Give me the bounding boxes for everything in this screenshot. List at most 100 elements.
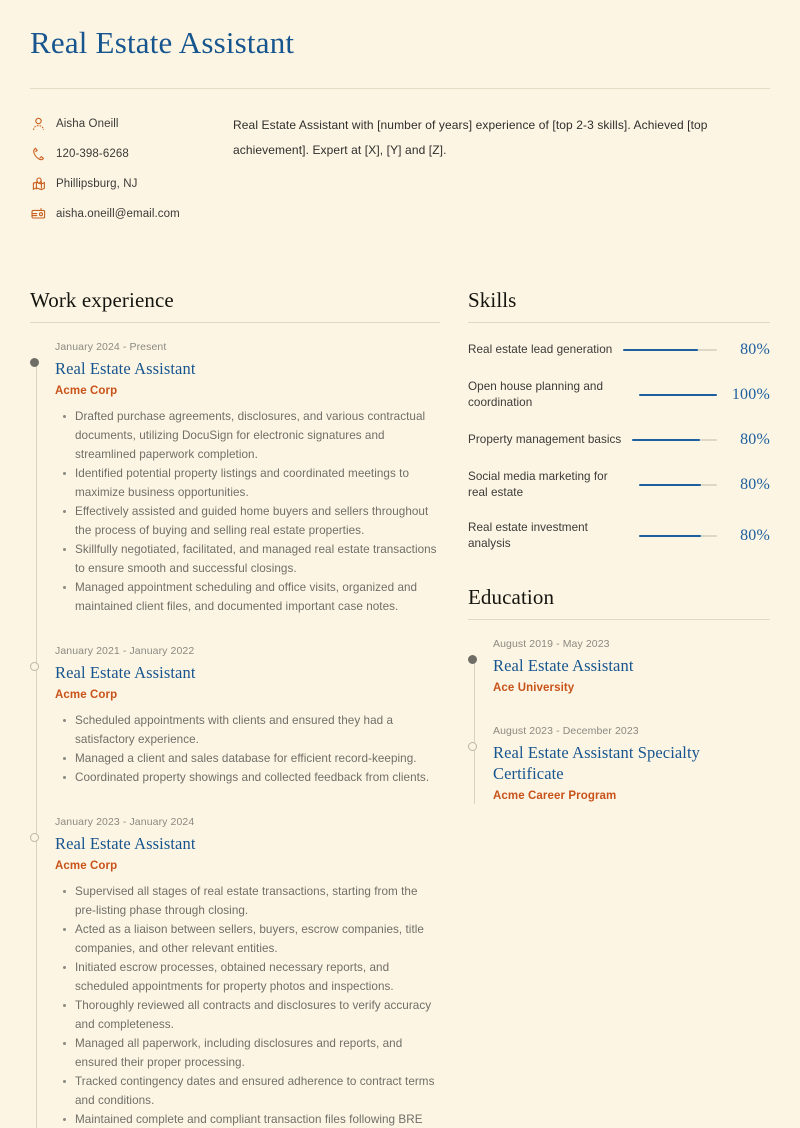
timeline-entry: August 2019 - May 2023 Real Estate Assist…	[468, 637, 770, 696]
entry-bullet-list: Drafted purchase agreements, disclosures…	[55, 407, 440, 616]
contact-summary-block: Aisha Oneill 120-398-6268 Phillipsburg, …	[0, 89, 800, 235]
skill-row: Property management basics 80%	[468, 430, 770, 450]
skill-bar-fill	[623, 349, 699, 351]
entry-organization: Acme Career Program	[493, 790, 617, 802]
timeline-entry: January 2024 - Present Real Estate Assist…	[30, 340, 440, 616]
entry-bullet: Scheduled appointments with clients and …	[63, 711, 440, 749]
summary-block: Real Estate Assistant with [number of ye…	[202, 113, 770, 235]
skill-bar-track	[639, 484, 717, 486]
timeline-marker	[30, 833, 39, 842]
contact-list: Aisha Oneill 120-398-6268 Phillipsburg, …	[30, 113, 202, 235]
skills-section: Skills Real estate lead generation 80% Ope…	[468, 287, 770, 552]
skill-row: Social media marketing for real estate 80…	[468, 469, 770, 501]
resume-body: Work experience January 2024 - Present Re…	[0, 235, 800, 1128]
work-experience-divider	[30, 322, 440, 323]
skill-row: Real estate lead generation 80%	[468, 340, 770, 360]
skill-bar-wrapper	[620, 349, 726, 351]
skill-bar-wrapper	[636, 394, 726, 396]
entry-organization: Ace University	[493, 682, 575, 694]
entry-title: Real Estate Assistant	[55, 834, 196, 853]
skill-bar-wrapper	[636, 484, 726, 486]
skill-bar-track	[639, 394, 717, 396]
timeline-entry: January 2021 - January 2022 Real Estate A…	[30, 644, 440, 787]
contact-item-location: Phillipsburg, NJ	[30, 175, 202, 192]
skill-bar-fill	[632, 439, 701, 441]
timeline-entry: January 2023 - January 2024 Real Estate A…	[30, 815, 440, 1128]
resume-header: Real Estate Assistant	[0, 0, 800, 89]
entry-organization: Acme Corp	[55, 860, 118, 872]
entry-bullet: Managed appointment scheduling and offic…	[63, 578, 440, 616]
skill-percent: 80%	[740, 431, 770, 448]
skill-bar-fill	[639, 484, 702, 486]
entry-title: Real Estate Assistant	[55, 359, 196, 378]
skill-name: Open house planning and coordination	[468, 380, 604, 409]
education-timeline: August 2019 - May 2023 Real Estate Assist…	[468, 637, 770, 804]
work-experience-heading: Work experience	[30, 288, 174, 312]
skills-heading: Skills	[468, 288, 517, 312]
summary-text: Real Estate Assistant with [number of ye…	[233, 118, 708, 157]
resume-page: Real Estate Assistant Aisha Oneill 120-3…	[0, 0, 800, 1128]
entry-title: Real Estate Assistant	[55, 663, 196, 682]
contact-location-text: Phillipsburg, NJ	[56, 177, 138, 190]
skill-bar-track	[632, 439, 717, 441]
skill-percent: 80%	[740, 527, 770, 544]
skills-divider	[468, 322, 770, 323]
skill-bar-wrapper	[629, 439, 726, 441]
contact-phone-text: 120-398-6268	[56, 147, 129, 160]
timeline-marker	[30, 662, 39, 671]
phone-icon	[30, 146, 47, 162]
timeline-marker	[468, 655, 477, 664]
page-title: Real Estate Assistant	[30, 25, 295, 60]
skill-bar-track	[639, 535, 717, 537]
skill-name: Real estate investment analysis	[468, 521, 588, 550]
entry-bullet: Identified potential property listings a…	[63, 464, 440, 502]
skill-name: Property management basics	[468, 433, 622, 446]
contact-name-text: Aisha Oneill	[56, 117, 119, 130]
skill-bar-fill	[639, 394, 717, 396]
entry-bullet: Initiated escrow processes, obtained nec…	[63, 958, 440, 996]
entry-date: August 2023 - December 2023	[493, 725, 639, 737]
entry-date: January 2024 - Present	[55, 341, 167, 353]
contact-item-email: aisha.oneill@email.com	[30, 205, 202, 222]
entry-date: August 2019 - May 2023	[493, 638, 610, 650]
sidebar-sections: Skills Real estate lead generation 80% Ope…	[440, 287, 770, 812]
entry-bullet: Thoroughly reviewed all contracts and di…	[63, 996, 440, 1034]
entry-bullet-list: Supervised all stages of real estate tra…	[55, 882, 440, 1128]
education-section: Education August 2019 - May 2023 Real Est…	[468, 584, 770, 804]
entry-title: Real Estate Assistant	[493, 656, 634, 675]
location-icon	[30, 176, 47, 192]
contact-item-name: Aisha Oneill	[30, 115, 202, 132]
entry-bullet: Supervised all stages of real estate tra…	[63, 882, 440, 920]
entry-bullet-list: Scheduled appointments with clients and …	[55, 711, 440, 787]
skill-row: Open house planning and coordination 100%	[468, 379, 770, 411]
skill-bar-fill	[639, 535, 702, 537]
timeline-marker	[468, 742, 477, 751]
contact-item-phone: 120-398-6268	[30, 145, 202, 162]
entry-bullet: Managed a client and sales database for …	[63, 749, 440, 768]
entry-bullet: Skillfully negotiated, facilitated, and …	[63, 540, 440, 578]
entry-title: Real Estate Assistant Specialty Certific…	[493, 743, 701, 783]
work-experience-timeline: January 2024 - Present Real Estate Assist…	[30, 340, 440, 1128]
entry-bullet: Drafted purchase agreements, disclosures…	[63, 407, 440, 464]
education-divider	[468, 619, 770, 620]
skill-bar-wrapper	[636, 535, 726, 537]
skill-name: Real estate lead generation	[468, 343, 613, 356]
timeline-entry: August 2023 - December 2023 Real Estate A…	[468, 724, 770, 804]
person-icon	[30, 116, 47, 132]
entry-date: January 2021 - January 2022	[55, 645, 195, 657]
entry-bullet: Effectively assisted and guided home buy…	[63, 502, 440, 540]
skill-percent: 100%	[731, 386, 770, 403]
entry-bullet: Tracked contingency dates and ensured ad…	[63, 1072, 440, 1110]
entry-bullet: Maintained complete and compliant transa…	[63, 1110, 440, 1128]
skill-bar-track	[623, 349, 717, 351]
skill-name: Social media marketing for real estate	[468, 470, 608, 499]
contact-email-text: aisha.oneill@email.com	[56, 207, 180, 220]
entry-bullet: Acted as a liaison between sellers, buye…	[63, 920, 440, 958]
skill-percent: 80%	[740, 476, 770, 493]
skills-list: Real estate lead generation 80% Open house…	[468, 340, 770, 552]
entry-organization: Acme Corp	[55, 689, 118, 701]
entry-bullet: Managed all paperwork, including disclos…	[63, 1034, 440, 1072]
mailbox-icon	[30, 206, 47, 222]
entry-date: January 2023 - January 2024	[55, 816, 195, 828]
entry-organization: Acme Corp	[55, 385, 118, 397]
